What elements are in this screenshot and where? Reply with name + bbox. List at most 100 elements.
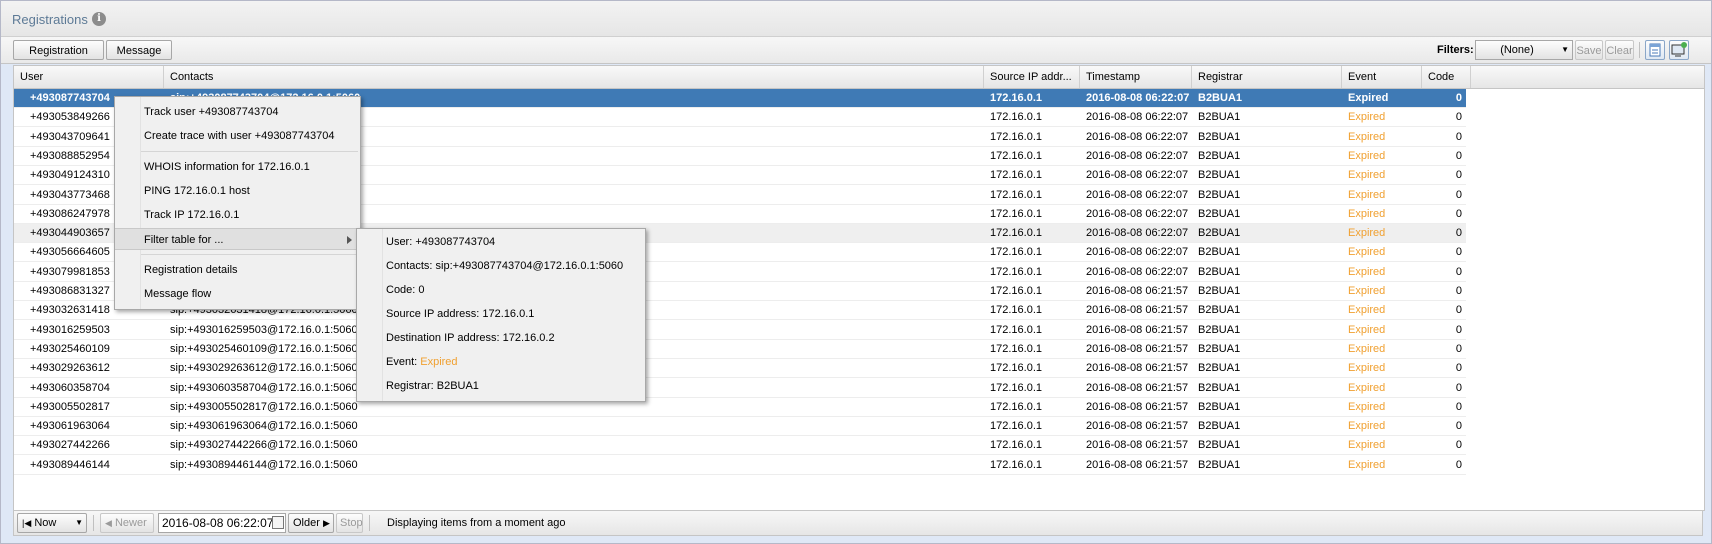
previous-icon: ◀ <box>105 518 112 528</box>
column-header-source-ip[interactable]: Source IP addr... <box>984 66 1080 88</box>
track-ip-menu-item[interactable]: Track IP 172.16.0.1 <box>115 204 360 226</box>
table-row[interactable]: +493061963064 sip:+493061963064@172.16.0.… <box>14 417 1466 437</box>
newer-button[interactable]: ◀ Newer <box>100 513 154 533</box>
table-row[interactable]: +493005502817 sip:+493005502817@172.16.0.… <box>14 398 1466 417</box>
stop-button[interactable]: Stop <box>336 513 363 533</box>
calendar-icon[interactable] <box>272 516 284 529</box>
cell-registrar: B2BUA1 <box>1198 400 1241 413</box>
column-header-event[interactable]: Event <box>1342 66 1422 88</box>
whois-menu-item[interactable]: WHOIS information for 172.16.0.1 <box>115 156 360 178</box>
cell-source-ip: 172.16.0.1 <box>990 400 1042 413</box>
column-header-timestamp[interactable]: Timestamp <box>1080 66 1192 88</box>
filter-table-menu-item[interactable]: Filter table for ... <box>115 228 360 250</box>
clear-filter-button[interactable]: Clear <box>1605 40 1634 60</box>
create-trace-menu-item[interactable]: Create trace with user +493087743704 <box>115 125 360 147</box>
cell-source-ip: 172.16.0.1 <box>990 458 1042 471</box>
cell-event: Expired <box>1348 458 1386 471</box>
table-row[interactable]: +493060358704 sip:+493060358704@172.16.0.… <box>14 379 1466 398</box>
cell-event: Expired <box>1348 323 1386 336</box>
cell-event: Expired <box>1348 92 1389 104</box>
track-user-menu-item[interactable]: Track user +493087743704 <box>115 101 360 123</box>
newer-label: Newer <box>114 517 147 529</box>
filter-dest-ip-menu-item[interactable]: Destination IP address: 172.16.0.2 <box>357 327 645 349</box>
paging-separator <box>93 515 94 531</box>
cell-user: +493005502817 <box>30 400 110 413</box>
cell-event: Expired <box>1348 227 1386 240</box>
filter-contacts-menu-item[interactable]: Contacts: sip:+493087743704@172.16.0.1:5… <box>357 255 645 277</box>
cell-timestamp: 2016-08-08 06:22:07 <box>1086 265 1189 278</box>
grid-header: User Contacts Source IP addr... Timestam… <box>14 66 1704 89</box>
cell-timestamp: 2016-08-08 06:21:57 <box>1086 362 1189 375</box>
cell-code: 0 <box>1455 188 1462 201</box>
cell-user: +493029263612 <box>30 362 110 375</box>
monitor-add-icon[interactable] <box>1669 40 1689 60</box>
menu-separator <box>141 254 358 255</box>
registration-details-menu-item[interactable]: Registration details <box>115 259 360 281</box>
registration-details-button[interactable]: Registration details <box>13 40 104 77</box>
cell-user: +493061963064 <box>30 420 110 433</box>
table-row[interactable]: +493029263612 sip:+493029263612@172.16.0.… <box>14 359 1466 379</box>
message-flow-button[interactable]: Message flow <box>106 40 172 77</box>
context-menu: Track user +493087743704 Create trace wi… <box>114 96 361 310</box>
now-button[interactable]: |◀ Now ▼ <box>17 513 87 533</box>
cell-source-ip: 172.16.0.1 <box>990 381 1042 394</box>
info-icon[interactable]: i <box>92 12 106 26</box>
filters-select[interactable]: (None) ▼ <box>1475 40 1573 60</box>
cell-code: 0 <box>1455 149 1462 162</box>
column-header-contacts[interactable]: Contacts <box>164 66 984 88</box>
table-row[interactable]: +493089446144 sip:+493089446144@172.16.0.… <box>14 456 1466 475</box>
save-filter-button[interactable]: Save <box>1575 40 1603 60</box>
cell-registrar: B2BUA1 <box>1198 130 1241 143</box>
filter-source-ip-menu-item[interactable]: Source IP address: 172.16.0.1 <box>357 303 645 325</box>
cell-source-ip: 172.16.0.1 <box>990 439 1042 452</box>
cell-event: Expired <box>1348 265 1386 278</box>
cell-user: +493027442266 <box>30 439 110 452</box>
paging-status: Displaying items from a moment ago <box>387 517 566 529</box>
older-label: Older <box>293 517 320 529</box>
now-label: Now <box>34 517 57 529</box>
message-flow-menu-item[interactable]: Message flow <box>115 283 360 305</box>
cell-user: +493025460109 <box>30 342 110 355</box>
cell-event: Expired <box>1348 188 1386 201</box>
menu-separator <box>141 151 358 152</box>
ping-menu-item[interactable]: PING 172.16.0.1 host <box>115 180 360 202</box>
cell-code: 0 <box>1455 285 1462 297</box>
cell-registrar: B2BUA1 <box>1198 265 1241 278</box>
column-header-user[interactable]: User <box>14 66 164 88</box>
filter-event-menu-item[interactable]: Event: Expired <box>357 351 645 373</box>
cell-event: Expired <box>1348 304 1386 317</box>
filter-code-menu-item[interactable]: Code: 0 <box>357 279 645 301</box>
cell-registrar: B2BUA1 <box>1198 458 1241 471</box>
export-icon[interactable] <box>1645 40 1665 60</box>
cell-source-ip: 172.16.0.1 <box>990 149 1042 162</box>
cell-code: 0 <box>1455 323 1462 336</box>
cell-code: 0 <box>1455 246 1462 259</box>
table-row[interactable]: +493027442266 sip:+493027442266@172.16.0.… <box>14 436 1466 456</box>
column-header-registrar[interactable]: Registrar <box>1192 66 1342 88</box>
cell-registrar: B2BUA1 <box>1198 149 1241 162</box>
chevron-down-icon: ▼ <box>75 518 83 527</box>
timestamp-value: 2016-08-08 06:22:07 <box>162 516 274 530</box>
toolbar-separator <box>1639 42 1640 58</box>
cell-registrar: B2BUA1 <box>1198 92 1243 104</box>
paging-toolbar: |◀ Now ▼ ◀ Newer 2016-08-08 06:22:07 Old… <box>13 510 1703 536</box>
filter-user-menu-item[interactable]: User: +493087743704 <box>357 231 645 253</box>
cell-event: Expired <box>1348 130 1386 143</box>
table-row[interactable]: +493016259503 sip:+493016259503@172.16.0.… <box>14 321 1466 340</box>
cell-timestamp: 2016-08-08 06:22:07 <box>1086 149 1189 162</box>
filter-table-label: Filter table for ... <box>144 234 224 246</box>
cell-event: Expired <box>1348 400 1386 413</box>
column-header-code[interactable]: Code <box>1422 66 1471 88</box>
cell-timestamp: 2016-08-08 06:22:07 <box>1086 111 1189 124</box>
cell-registrar: B2BUA1 <box>1198 207 1241 220</box>
cell-timestamp: 2016-08-08 06:22:07 <box>1086 188 1189 201</box>
cell-timestamp: 2016-08-08 06:21:57 <box>1086 439 1189 452</box>
filter-registrar-menu-item[interactable]: Registrar: B2BUA1 <box>357 375 645 397</box>
cell-code: 0 <box>1455 92 1462 104</box>
table-row[interactable]: +493025460109 sip:+493025460109@172.16.0.… <box>14 340 1466 359</box>
cell-source-ip: 172.16.0.1 <box>990 169 1042 182</box>
cell-timestamp: 2016-08-08 06:22:07 <box>1086 227 1189 240</box>
older-button[interactable]: Older ▶ <box>288 513 334 533</box>
timestamp-field[interactable]: 2016-08-08 06:22:07 <box>158 513 286 533</box>
cell-timestamp: 2016-08-08 06:21:57 <box>1086 400 1189 413</box>
